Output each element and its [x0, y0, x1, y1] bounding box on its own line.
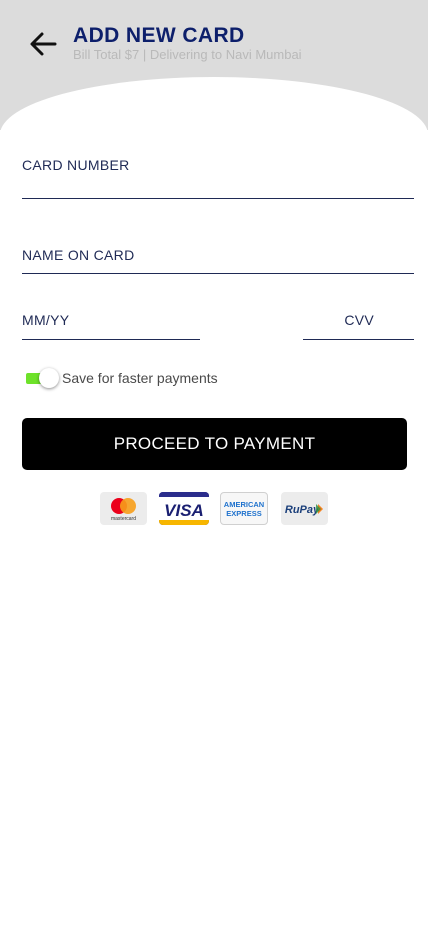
expiry-field[interactable]: MM/YY [22, 305, 200, 340]
svg-text:RuPay: RuPay [285, 504, 320, 516]
card-number-field[interactable]: CARD NUMBER [22, 150, 414, 199]
svg-text:mastercard: mastercard [111, 516, 136, 522]
svg-text:VISA: VISA [164, 501, 204, 520]
visa-logo: VISA [159, 492, 209, 525]
name-on-card-label: NAME ON CARD [22, 247, 135, 263]
expiry-label: MM/YY [22, 312, 70, 328]
toggle-knob [39, 368, 59, 388]
form-sheet [0, 77, 428, 926]
svg-text:AMERICAN: AMERICAN [224, 500, 264, 509]
page-subtitle: Bill Total $7 | Delivering to Navi Mumba… [73, 47, 302, 62]
american-express-logo: AMERICAN EXPRESS [220, 492, 268, 525]
proceed-to-payment-button[interactable]: PROCEED TO PAYMENT [22, 418, 407, 470]
cvv-field[interactable]: CVV [303, 305, 414, 340]
arrow-left-icon [30, 32, 57, 56]
name-on-card-field[interactable]: NAME ON CARD [22, 240, 414, 274]
page-title: ADD NEW CARD [73, 24, 245, 47]
svg-text:EXPRESS: EXPRESS [226, 509, 261, 518]
card-number-label: CARD NUMBER [22, 157, 130, 173]
mastercard-logo: mastercard [100, 492, 147, 525]
rupay-logo: RuPay [281, 492, 328, 525]
cvv-label: CVV [344, 312, 374, 328]
save-card-toggle[interactable] [26, 367, 60, 389]
back-button[interactable] [26, 28, 60, 60]
save-card-label: Save for faster payments [62, 370, 218, 386]
